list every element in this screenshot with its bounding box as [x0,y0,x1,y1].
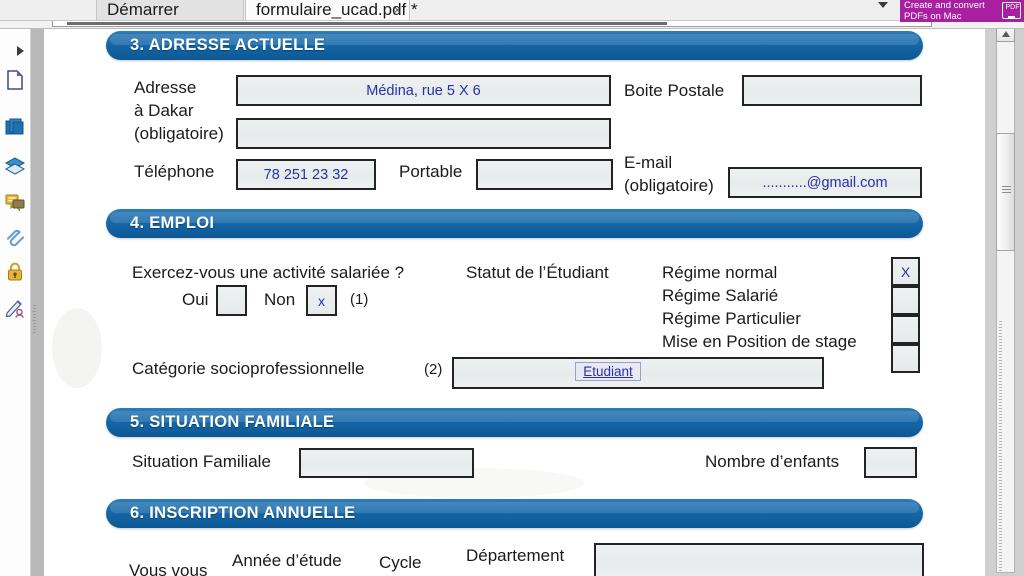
email-label-line2: (obligatoire) [624,176,714,195]
scroll-track-dots [999,321,1002,571]
left-tool-rail [0,21,31,576]
telephone-field[interactable]: 78 251 23 32 [236,159,376,190]
cycle-label: Cycle [379,553,422,572]
nombre-enfants-label: Nombre d’enfants [705,452,840,471]
non-checkbox-value: x [318,292,325,309]
rail-divider [30,21,44,576]
promo-icon-glyph: PDF [1005,4,1020,11]
comments-icon[interactable] [4,191,26,213]
adresse-line2-field[interactable] [236,118,611,149]
email-field[interactable]: ...........@gmail.com [728,167,922,198]
layers-icon[interactable] [4,155,26,177]
vertical-scroll-thumb[interactable] [996,133,1015,251]
promo-line-2: PDFs on Mac [904,10,962,22]
categorie-socioprofessionnelle-label: Catégorie socioprofessionnelle [132,359,365,378]
pages-icon[interactable] [4,116,26,138]
telephone-value: 78 251 23 32 [263,166,349,183]
departement-label: Département [466,546,565,565]
regime-particulier-checkbox[interactable] [891,315,920,344]
boite-postale-label: Boite Postale [624,81,725,100]
statut-etudiant-label: Statut de l’Étudiant [466,263,609,282]
vous-vous-label: Vous vous [129,561,208,576]
toolbar-overflow-caret-icon[interactable] [878,2,888,8]
telephone-label: Téléphone [134,162,215,181]
section-5-title: 5. SITUATION FAMILIALE [130,413,335,431]
regime-normal-checkbox[interactable]: X [891,257,920,286]
mise-position-stage-label: Mise en Position de stage [662,332,857,351]
section-header-situation-familiale: 5. SITUATION FAMILIALE [106,408,923,437]
portable-field[interactable] [476,159,613,190]
tab-formulaire-ucad-pdf[interactable]: formulaire_ucad.pdf * × [245,0,418,20]
footnote-2: (2) [424,361,443,378]
categorie-value: Etudiant [583,364,633,379]
regime-salarie-checkbox[interactable] [891,286,920,315]
non-label: Non [264,290,296,309]
lock-icon[interactable] [4,261,26,283]
regime-normal-value: X [900,263,911,280]
sidebar-expand-arrow-icon[interactable] [17,46,24,56]
tab-demarrer[interactable]: Démarrer [96,0,244,20]
portable-label: Portable [399,162,463,181]
vertical-scroll-area[interactable] [985,21,1024,576]
section-3-title: 3. ADRESSE ACTUELLE [130,36,326,54]
section-header-emploi: 4. EMPLOI [106,209,923,238]
pdf-page: 3. ADRESSE ACTUELLE Adresse à Dakar (obl… [44,28,985,576]
departement-field[interactable] [594,543,924,576]
close-icon[interactable]: × [394,3,401,17]
section-4-title: 4. EMPLOI [130,214,215,232]
section-header-inscription-annuelle: 6. INSCRIPTION ANNUELLE [106,499,923,528]
boite-postale-field[interactable] [742,75,922,106]
nombre-enfants-field[interactable] [864,447,917,478]
monitor-pdf-icon: PDF [1002,2,1021,19]
section-header-adresse-actuelle: 3. ADRESSE ACTUELLE [106,31,923,60]
promo-line-1: Create and convert [904,0,985,11]
attachment-clip-icon[interactable] [4,226,26,248]
signature-icon[interactable] [4,297,26,319]
annee-etude-label: Année d’étude [232,551,342,570]
mise-position-stage-checkbox[interactable] [891,344,920,373]
situation-familiale-field[interactable] [299,448,474,478]
rail-grip-dots [33,305,36,335]
tab-bar: Démarrer formulaire_ucad.pdf * × [0,0,1024,21]
email-value: ...........@gmail.com [762,174,888,191]
categorie-socioprofessionnelle-field[interactable]: Etudiant [452,357,824,389]
scroll-thumb-grip [1002,186,1011,193]
non-checkbox[interactable]: x [306,285,337,316]
adresse-line1-value: Médina, rue 5 X 6 [366,82,481,99]
oui-checkbox[interactable] [216,285,247,316]
regime-salarie-label: Régime Salarié [662,286,779,305]
page-thumbnail-icon[interactable] [4,69,26,91]
pdf-page-viewport[interactable]: 3. ADRESSE ACTUELLE Adresse à Dakar (obl… [44,28,985,576]
regime-particulier-label: Régime Particulier [662,309,801,328]
regime-normal-label: Régime normal [662,263,778,282]
categorie-selected-text[interactable]: Etudiant [575,362,641,381]
adresse-label-line2: à Dakar [134,101,194,120]
horizontal-scrollbar[interactable] [52,20,932,27]
footnote-1: (1) [350,291,369,308]
situation-familiale-label: Situation Familiale [132,452,271,471]
oui-label: Oui [182,290,209,309]
section-6-title: 6. INSCRIPTION ANNUELLE [130,504,356,522]
horizontal-scroll-thumb[interactable] [67,22,667,25]
activite-salariee-question: Exercez-vous une activité salariée ? [132,263,405,282]
adresse-label-line1: Adresse [134,78,197,97]
adresse-line1-field[interactable]: Médina, rue 5 X 6 [236,75,611,106]
email-label-line1: E-mail [624,153,673,172]
adresse-label-line3: (obligatoire) [134,124,224,143]
promo-banner[interactable]: Create and convert PDFs on Mac PDF [900,0,1024,22]
tab-demarrer-label: Démarrer [107,0,179,19]
